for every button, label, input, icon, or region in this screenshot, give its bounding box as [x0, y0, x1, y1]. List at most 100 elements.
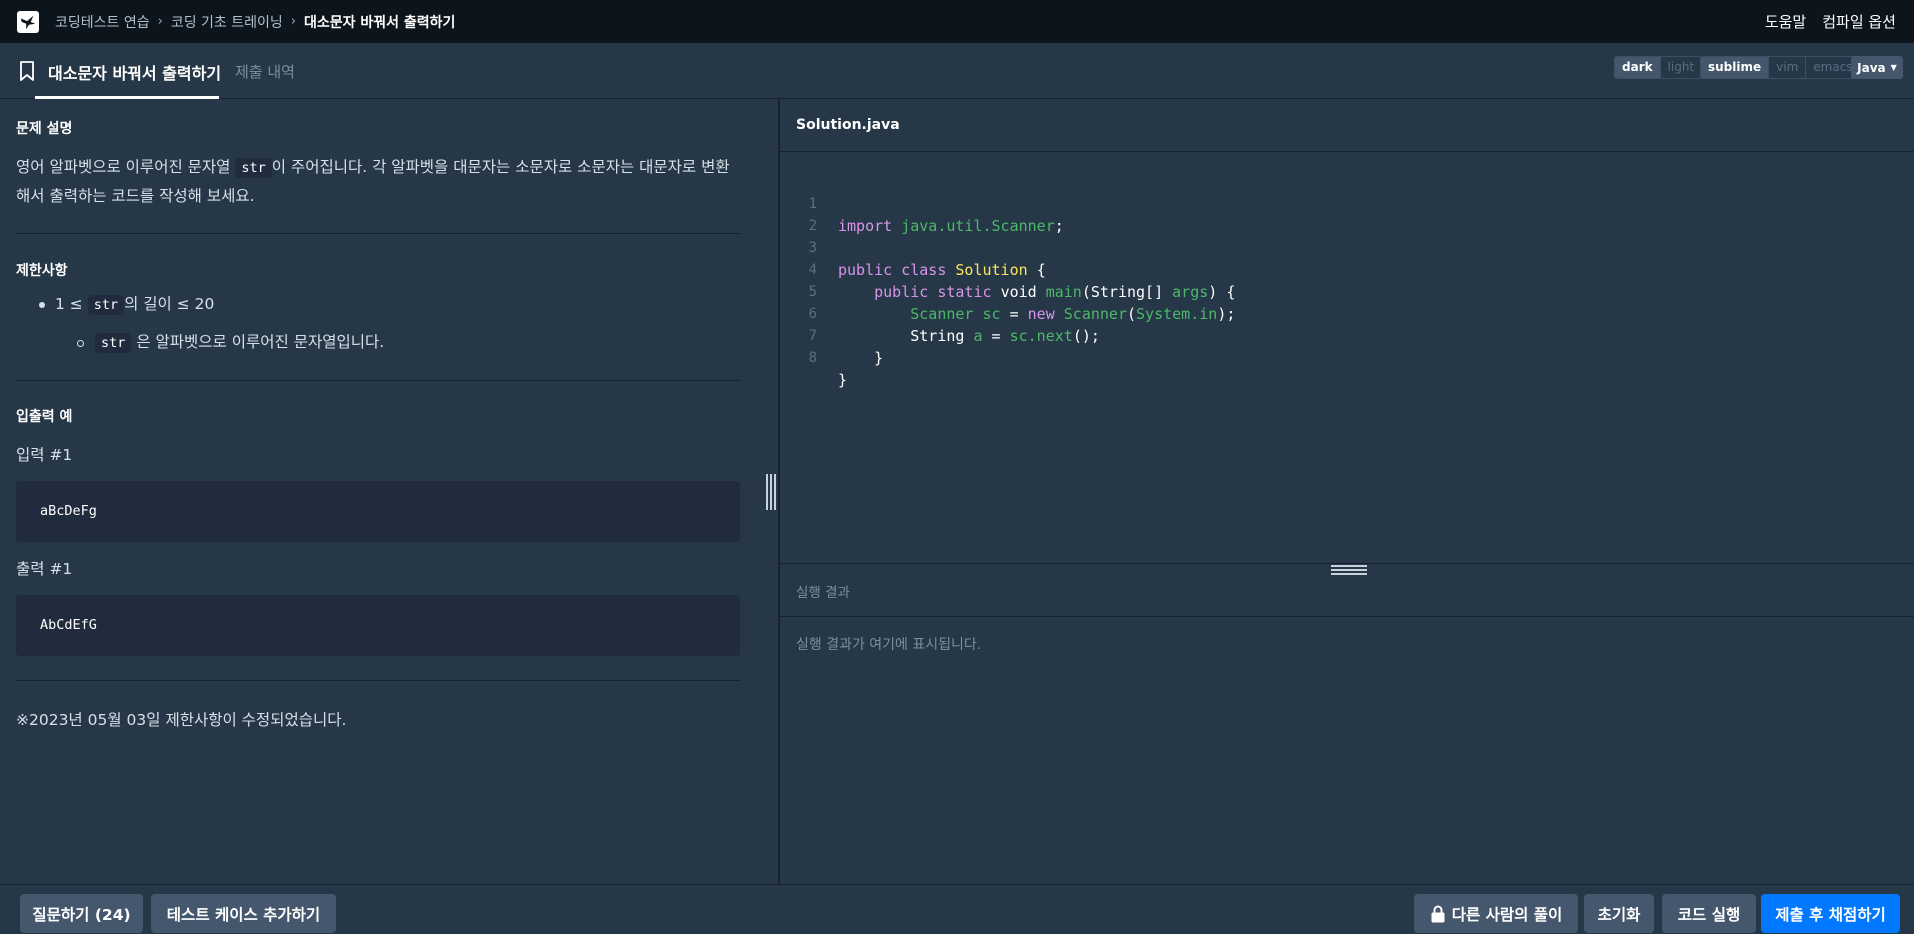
description-text: 영어 알파벳으로 이루어진 문자열 str 이 주어집니다. 각 알파벳을 대문자…: [16, 153, 736, 210]
code-line: 6 String a = sc.next();: [780, 281, 1100, 345]
code-token: import: [838, 217, 893, 235]
top-navigation: 코딩테스트 연습 › 코딩 기초 트레이닝 › 대소문자 바꿔서 출력하기 도움…: [0, 0, 1914, 43]
others-solution-label: 다른 사람의 풀이: [1451, 905, 1563, 924]
language-label: Java: [1857, 60, 1886, 75]
theme-light-option[interactable]: light: [1659, 57, 1702, 78]
code-line: 5 Scanner sc = new Scanner(System.in);: [780, 259, 1236, 323]
code-token: {: [1036, 261, 1046, 279]
constraint-text: 의 길이 ≤ 20: [124, 295, 215, 313]
description-heading: 문제 설명: [16, 121, 73, 137]
code-token: }: [874, 349, 884, 367]
constraint-subitem: str 은 알파벳으로 이루어진 문자열입니다.: [95, 330, 385, 353]
output-label: 출력 #1: [16, 560, 73, 578]
code-line: 8 }: [780, 325, 847, 389]
code-token: =: [1009, 305, 1019, 323]
code-line: 7 }: [780, 303, 884, 367]
theme-toggle: dark light: [1614, 56, 1703, 79]
code-token: new: [1027, 305, 1055, 323]
breadcrumb-item-current: 대소문자 바꿔서 출력하기: [303, 14, 456, 31]
theme-dark-option[interactable]: dark: [1615, 57, 1660, 78]
io-heading: 입출력 예: [16, 409, 73, 425]
code-token: sc.next: [1009, 327, 1073, 345]
code-token: Scanner: [1063, 305, 1127, 323]
chevron-right-icon: ›: [290, 14, 296, 29]
reset-button[interactable]: 초기화: [1584, 894, 1654, 933]
code-line: 4 public static void main(String[] args)…: [780, 237, 1236, 301]
constraint-text: 은 알파벳으로 이루어진 문자열입니다.: [136, 333, 385, 351]
code-token: void: [1000, 283, 1037, 301]
caret-down-icon: ▼: [1890, 63, 1897, 72]
code-token: (String[]: [1081, 283, 1164, 301]
code-editor[interactable]: 1 import java.util.Scanner; 2 3 public c…: [780, 153, 1914, 563]
others-solution-button[interactable]: 다른 사람의 풀이: [1414, 894, 1578, 933]
code-token: public: [838, 261, 893, 279]
language-dropdown[interactable]: Java ▼: [1851, 56, 1903, 79]
divider: [16, 380, 740, 381]
lock-icon: [1431, 905, 1445, 922]
sub-bullet: [77, 340, 84, 347]
code-token: java.util.Scanner: [901, 217, 1055, 235]
programmers-logo-icon[interactable]: [17, 10, 39, 33]
note-text: ※2023년 05월 03일 제한사항이 수정되었습니다.: [16, 711, 347, 729]
code-token: sc: [982, 305, 1001, 323]
constraint-item: 1 ≤ str 의 길이 ≤ 20: [55, 292, 215, 315]
horizontal-resize-handle-icon[interactable]: [1331, 565, 1367, 575]
code-str: str: [235, 158, 272, 178]
result-title: 실행 결과: [796, 585, 850, 601]
bookmark-icon[interactable]: [19, 61, 35, 81]
code-token: ) {: [1208, 283, 1236, 301]
code-token: ();: [1072, 327, 1100, 345]
help-link[interactable]: 도움말: [1765, 11, 1806, 32]
keymap-vim-option[interactable]: vim: [1768, 57, 1806, 78]
code-token: Scanner: [910, 305, 974, 323]
line-number: 8: [808, 350, 817, 366]
breadcrumb-item-coding-test[interactable]: 코딩테스트 연습: [55, 12, 150, 32]
editor-panel: Solution.java 1 import java.util.Scanner…: [780, 99, 1914, 884]
code-token: System.in: [1136, 305, 1218, 323]
action-footer: 질문하기 (24) 테스트 케이스 추가하기 다른 사람의 풀이 초기화 코드 …: [0, 884, 1914, 934]
code-token: class: [901, 261, 947, 279]
bullet: [39, 302, 45, 308]
result-output: 실행 결과가 여기에 표시됩니다.: [796, 637, 982, 653]
add-testcase-button[interactable]: 테스트 케이스 추가하기: [151, 894, 336, 933]
constraints-heading: 제한사항: [16, 263, 68, 279]
ask-question-button[interactable]: 질문하기 (24): [20, 894, 143, 933]
code-line: 1 import java.util.Scanner;: [780, 171, 1064, 235]
submit-button[interactable]: 제출 후 채점하기: [1761, 894, 1900, 933]
code-line: 2: [780, 193, 834, 234]
keymap-toggle: sublime vim emacs: [1700, 56, 1861, 79]
tab-problem[interactable]: 대소문자 바꿔서 출력하기: [48, 60, 221, 84]
file-name: Solution.java: [796, 117, 900, 133]
code-token: (: [1127, 305, 1137, 323]
code-str: str: [95, 333, 132, 353]
input-label: 입력 #1: [16, 446, 73, 464]
nav-actions: 도움말 컴파일 옵션: [1765, 0, 1896, 43]
code-token: String: [910, 327, 965, 345]
chevron-right-icon: ›: [157, 14, 163, 29]
code-token: main: [1045, 283, 1082, 301]
keymap-sublime-option[interactable]: sublime: [1701, 57, 1769, 78]
output-sample: AbCdEfG: [16, 595, 740, 656]
breadcrumb: 코딩테스트 연습 › 코딩 기초 트레이닝 › 대소문자 바꿔서 출력하기: [55, 12, 455, 32]
code-line: 3 public class Solution {: [780, 215, 1046, 279]
code-token: =: [991, 327, 1001, 345]
code-token: }: [838, 371, 848, 389]
code-token: ;: [1054, 217, 1064, 235]
tab-submissions[interactable]: 제출 내역: [235, 61, 295, 82]
code-token: );: [1217, 305, 1236, 323]
input-sample: aBcDeFg: [16, 481, 740, 542]
code-token: args: [1172, 283, 1209, 301]
code-token: public static: [874, 283, 992, 301]
vertical-resize-handle-icon[interactable]: [766, 474, 776, 510]
divider: [16, 680, 740, 681]
run-code-button[interactable]: 코드 실행: [1662, 894, 1756, 933]
file-header: Solution.java: [780, 99, 1914, 152]
breadcrumb-item-basic-training[interactable]: 코딩 기초 트레이닝: [171, 12, 283, 32]
code-str: str: [87, 295, 125, 315]
compile-options-link[interactable]: 컴파일 옵션: [1822, 11, 1896, 32]
divider: [16, 233, 740, 234]
problem-panel: 문제 설명 영어 알파벳으로 이루어진 문자열 str 이 주어집니다. 각 알파…: [0, 99, 779, 884]
description-text-part: 영어 알파벳으로 이루어진 문자열: [16, 158, 236, 176]
constraint-text: 1 ≤: [55, 295, 88, 313]
code-token: a: [973, 327, 983, 345]
